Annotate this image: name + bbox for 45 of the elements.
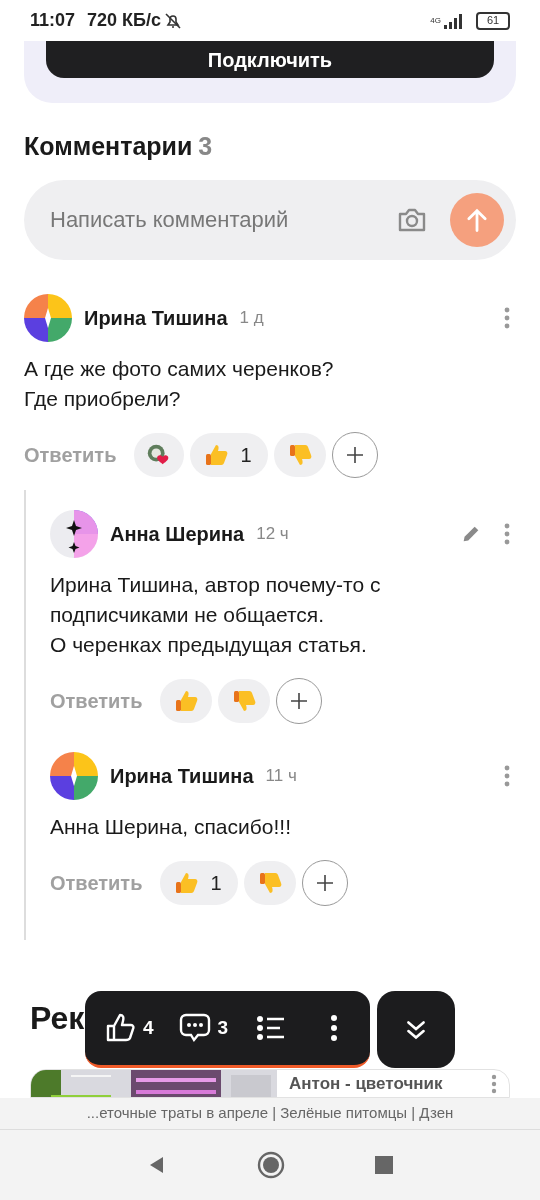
like-reaction-button[interactable]: 1 [190, 432, 268, 477]
like-button[interactable]: 4 [105, 1012, 154, 1044]
comments-heading: Комментарии [24, 131, 193, 162]
author-name: Анна Шерина [110, 521, 245, 547]
page-title-text: ...еточные траты в апреле | Зелёные питомцы | Дзен [86, 1103, 454, 1124]
channel-name: Антон - цветочник [289, 1072, 443, 1095]
section-heading: Рек [30, 999, 85, 1038]
dislike-reaction-button[interactable] [273, 432, 326, 477]
plus-icon [344, 444, 365, 465]
comment-time: 1 д [239, 306, 264, 329]
comment-time: 12 ч [256, 522, 289, 545]
send-button[interactable] [450, 192, 504, 247]
sticker-reaction-button[interactable] [134, 432, 185, 477]
comment-text: А где же фото самих черенков? Где приобрели? [24, 355, 335, 412]
list-icon[interactable] [256, 1015, 287, 1041]
comment-icon [177, 1012, 212, 1044]
dislike-reaction-button[interactable] [218, 678, 271, 723]
scroll-down-button[interactable] [377, 991, 455, 1068]
like-reaction-button[interactable] [160, 678, 213, 723]
recommendation-card[interactable]: Антон - цветочник [30, 1069, 510, 1098]
connect-button[interactable]: Подключить [46, 41, 494, 78]
more-icon[interactable] [330, 1014, 339, 1042]
network-type-text: 4G [430, 14, 441, 27]
plus-icon [289, 690, 310, 711]
dislike-reaction-button[interactable] [243, 860, 296, 905]
comments-count: 3 [198, 131, 213, 162]
comment-input[interactable]: Написать комментарий [50, 203, 396, 236]
like-reaction-button[interactable]: 1 [160, 860, 238, 905]
author-name: Ирина Тишина [84, 305, 228, 331]
clock-text: 11:07 [30, 9, 76, 32]
comment-text: Анна Шерина, спасибо!!! [50, 813, 292, 840]
avatar [24, 293, 72, 342]
comment-text: Ирина Тишина, автор почему-то с подписчиками не общается. О черенках предыдущая статья. [50, 571, 382, 658]
avatar [50, 509, 98, 558]
avatar [50, 751, 98, 800]
author-name: Ирина Тишина [110, 763, 254, 789]
network-speed-text: 720 КБ/с [87, 9, 161, 32]
comment-input-field[interactable]: Написать комментарий [24, 179, 516, 260]
muted-bell-icon [163, 10, 183, 31]
home-icon[interactable] [257, 1151, 285, 1179]
battery-indicator: 61 [476, 11, 510, 30]
comment-time: 11 ч [265, 764, 297, 787]
comments-button[interactable]: 3 [177, 1012, 229, 1044]
thumbs-up-icon [105, 1012, 137, 1044]
plus-icon [314, 872, 335, 893]
